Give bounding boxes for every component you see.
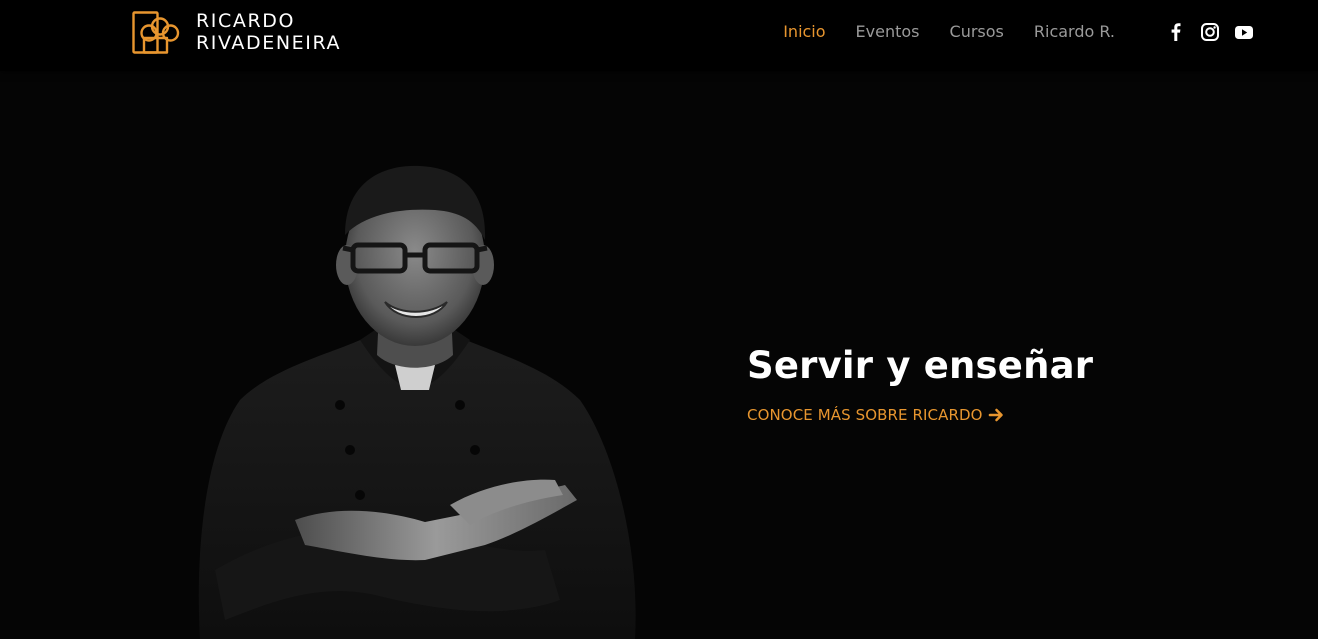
facebook-icon[interactable] — [1166, 20, 1186, 44]
hero-title: Servir y enseñar — [747, 344, 1094, 387]
brand-name-line2: RIVADENEIRA — [196, 32, 342, 54]
nav-item-inicio[interactable]: Inicio — [783, 21, 825, 43]
chef-portrait-photo — [198, 165, 636, 639]
nav-item-ricardo[interactable]: Ricardo R. — [1034, 21, 1115, 43]
chef-hat-logo-icon — [132, 10, 180, 54]
learn-more-link[interactable]: CONOCE MÁS SOBRE RICARDO — [747, 406, 1004, 424]
brand-name: RICARDO RIVADENEIRA — [196, 10, 341, 54]
site-header: RICARDO RIVADENEIRA Inicio Eventos Curso… — [0, 0, 1318, 71]
page: RICARDO RIVADENEIRA Inicio Eventos Curso… — [0, 0, 1318, 639]
social-links — [1166, 20, 1254, 44]
arrow-right-icon — [988, 408, 1003, 422]
hero-section: Servir y enseñar CONOCE MÁS SOBRE RICARD… — [747, 342, 1093, 425]
learn-more-label: CONOCE MÁS SOBRE RICARDO — [747, 406, 983, 424]
nav-item-cursos[interactable]: Cursos — [950, 21, 1004, 43]
instagram-icon[interactable] — [1200, 20, 1220, 44]
youtube-icon[interactable] — [1234, 20, 1254, 44]
brand-name-line1: RICARDO — [196, 10, 296, 32]
nav-item-eventos[interactable]: Eventos — [856, 21, 920, 43]
brand-logo-link[interactable]: RICARDO RIVADENEIRA — [132, 10, 341, 54]
main-nav: Inicio Eventos Cursos Ricardo R. — [783, 21, 1115, 43]
